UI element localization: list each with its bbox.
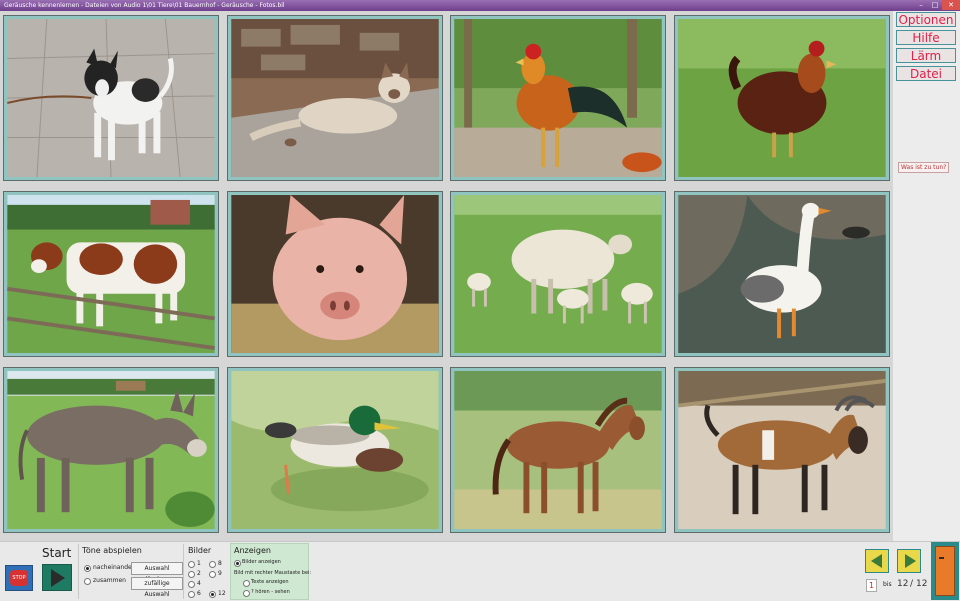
- play-icon: [51, 569, 65, 587]
- next-page-button[interactable]: [897, 549, 921, 573]
- menu-noise-button[interactable]: Lärm: [896, 48, 956, 63]
- exit-door-button[interactable]: [931, 542, 959, 600]
- pictures-8-radio[interactable]: [209, 561, 216, 568]
- page-total-value: 12: [916, 579, 928, 589]
- tile-donkey[interactable]: [3, 367, 219, 533]
- random-selection-button[interactable]: zufällige Auswahl: [131, 577, 183, 598]
- show-pictures-radio[interactable]: [234, 560, 241, 567]
- window-titlebar: Geräusche kennenlernen - Dateien von Aud…: [0, 0, 960, 11]
- pictures-12-label: 12: [218, 590, 226, 597]
- tile-dog[interactable]: [3, 15, 219, 181]
- maximize-icon[interactable]: □: [928, 0, 942, 10]
- show-texts-label: Texte anzeigen: [251, 579, 289, 585]
- pictures-4-label: 4: [197, 580, 201, 587]
- menu-file-button[interactable]: Datei: [896, 66, 956, 81]
- pictures-title: Bilder: [188, 546, 212, 555]
- clear-selection-button[interactable]: Auswahl löschen: [131, 562, 183, 583]
- close-icon[interactable]: ✕: [942, 0, 960, 10]
- pictures-group: Bilder 1 2 4 6 8 9 12: [185, 544, 229, 599]
- pictures-9-label: 9: [218, 570, 222, 577]
- tile-duck[interactable]: [227, 367, 443, 533]
- tile-pig[interactable]: [227, 191, 443, 357]
- pictures-6-radio[interactable]: [188, 591, 195, 598]
- tones-sequential-radio[interactable]: [84, 565, 91, 572]
- window-title: Geräusche kennenlernen - Dateien von Aud…: [4, 2, 285, 9]
- pictures-4-radio[interactable]: [188, 581, 195, 588]
- pictures-1-radio[interactable]: [188, 561, 195, 568]
- stop-button[interactable]: STOP: [5, 565, 33, 591]
- tones-together-radio[interactable]: [84, 578, 91, 585]
- play-button[interactable]: [42, 564, 72, 591]
- tones-title: Töne abspielen: [82, 546, 142, 555]
- show-pictures-label: Bilder anzeigen: [242, 559, 281, 565]
- what-to-do-link[interactable]: Was ist zu tun?: [898, 162, 950, 173]
- pictures-8-label: 8: [218, 560, 222, 567]
- hen-image: [678, 19, 886, 177]
- horse-image: [454, 371, 662, 529]
- display-group: Anzeigen Bilder anzeigen Bild mit rechte…: [230, 543, 312, 600]
- pictures-9-radio[interactable]: [209, 571, 216, 578]
- pig-image: [231, 195, 439, 353]
- dog-image: [7, 19, 215, 177]
- donkey-image: [7, 371, 215, 529]
- pictures-6-label: 6: [197, 590, 201, 597]
- duck-image: [231, 371, 439, 529]
- tile-rooster[interactable]: [450, 15, 666, 181]
- page-from-input[interactable]: 1: [866, 579, 877, 592]
- tones-sequential-label: nacheinander: [93, 564, 135, 571]
- tones-group: Töne abspielen nacheinander zusammen Aus…: [78, 544, 184, 599]
- door-icon: [935, 546, 955, 596]
- page-to-value: 12: [897, 579, 909, 589]
- pager-bis-label: bis: [883, 581, 892, 588]
- minimize-icon[interactable]: –: [914, 0, 928, 10]
- goose-image: [678, 195, 886, 353]
- show-texts-radio[interactable]: [243, 580, 250, 587]
- picture-grid: [0, 11, 893, 541]
- pager-separator: /: [910, 579, 914, 589]
- arrow-left-icon: [871, 554, 882, 568]
- start-label: Start: [42, 546, 72, 560]
- rooster-image: [454, 19, 662, 177]
- right-sidebar: Optionen Hilfe Lärm Datei Was ist zu tun…: [893, 11, 960, 541]
- goat-image: [678, 371, 886, 529]
- previous-page-button[interactable]: [865, 549, 889, 573]
- bottom-panel: Start STOP Töne abspielen nacheinander z…: [0, 541, 960, 601]
- pictures-2-radio[interactable]: [188, 571, 195, 578]
- menu-options-button[interactable]: Optionen: [896, 12, 956, 27]
- stop-icon: STOP: [10, 570, 28, 586]
- pictures-2-label: 2: [197, 570, 201, 577]
- tile-horse[interactable]: [450, 367, 666, 533]
- tile-cow[interactable]: [3, 191, 219, 357]
- pictures-12-radio[interactable]: [209, 591, 216, 598]
- tones-together-label: zusammen: [93, 577, 126, 584]
- tile-hen[interactable]: [674, 15, 890, 181]
- cow-image: [7, 195, 215, 353]
- tile-cat[interactable]: [227, 15, 443, 181]
- door-handle: [939, 557, 944, 559]
- cat-image: [231, 19, 439, 177]
- pictures-1-label: 1: [197, 560, 201, 567]
- arrow-right-icon: [905, 554, 916, 568]
- tile-goose[interactable]: [674, 191, 890, 357]
- window-controls: – □ ✕: [914, 0, 960, 11]
- right-click-label: Bild mit rechter Maustaste bei:: [234, 570, 312, 576]
- menu-help-button[interactable]: Hilfe: [896, 30, 956, 45]
- hear-see-label: ? hören - sehen: [251, 589, 290, 595]
- display-title: Anzeigen: [234, 546, 271, 555]
- hear-see-radio[interactable]: [243, 590, 250, 597]
- sheep-image: [454, 195, 662, 353]
- tile-goat[interactable]: [674, 367, 890, 533]
- tile-sheep[interactable]: [450, 191, 666, 357]
